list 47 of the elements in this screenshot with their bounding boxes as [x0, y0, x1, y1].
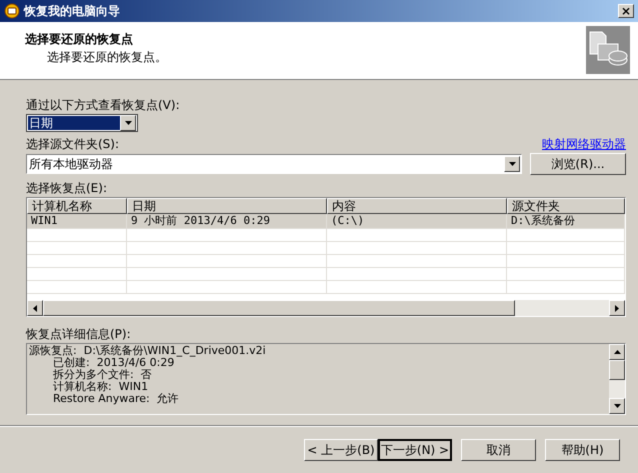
column-header[interactable]: 日期 — [127, 198, 327, 214]
table-cell: 9 小时前 2013/4/6 0:29 — [127, 214, 327, 228]
wizard-button[interactable]: 下一步(N) > — [378, 439, 452, 461]
view-by-label: 通过以下方式查看恢复点(V): — [26, 97, 181, 114]
source-folder-label: 选择源文件夹(S): — [26, 136, 120, 153]
triangle-right-icon — [615, 304, 619, 312]
source-folder-combo[interactable]: 所有本地驱动器 — [26, 154, 522, 174]
triangle-down-icon — [614, 404, 620, 408]
header-subtitle: 选择要还原的恢复点。 — [46, 49, 168, 66]
detail-line: 拆分为多个文件: 否 — [52, 369, 153, 381]
map-drive-link[interactable]: 映射网络驱动器 — [542, 135, 626, 153]
vertical-scrollbar[interactable] — [609, 344, 625, 414]
column-header[interactable]: 计算机名称 — [27, 198, 127, 214]
column-header[interactable]: 源文件夹 — [507, 198, 625, 214]
detail-line: 计算机名称: WIN1 — [52, 381, 150, 393]
header-title: 选择要还原的恢复点 — [25, 31, 134, 48]
caret-down-icon — [508, 162, 516, 166]
scroll-right-button[interactable] — [609, 300, 625, 316]
view-by-dropdown[interactable]: 日期 — [26, 114, 138, 132]
triangle-up-icon — [614, 350, 620, 354]
wizard-button[interactable]: 帮助(H) — [545, 439, 620, 461]
caret-down-icon — [124, 121, 132, 125]
wizard-button[interactable]: 取消 — [461, 439, 536, 461]
table-cell: WIN1 — [27, 214, 127, 228]
detail-line: 已创建: 2013/4/6 0:29 — [52, 357, 174, 369]
scroll-up-button[interactable] — [609, 344, 625, 360]
horizontal-scrollbar[interactable] — [27, 300, 625, 316]
dropdown-arrow-button[interactable] — [120, 115, 136, 131]
table-row[interactable]: WIN1 9 小时前 2013/4/6 0:29 (C:\) D:\系统备份 — [27, 214, 625, 229]
scroll-thumb[interactable] — [609, 360, 625, 380]
close-button[interactable]: × — [618, 4, 634, 18]
restore-point-icon — [586, 26, 630, 74]
scroll-thumb[interactable] — [43, 300, 515, 316]
browse-button[interactable]: 浏览(R)... — [530, 153, 626, 175]
detail-line: Restore Anyware: 允许 — [52, 393, 180, 405]
combo-arrow-button[interactable] — [504, 156, 520, 172]
window-title: 恢复我的电脑向导 — [24, 3, 121, 20]
triangle-left-icon — [33, 304, 37, 312]
scroll-left-button[interactable] — [27, 300, 43, 316]
detail-line: 源恢复点: D:\系统备份\WIN1_C_Drive001.v2i — [29, 345, 267, 357]
table-cell: (C:\) — [327, 214, 507, 228]
restore-points-label: 选择恢复点(E): — [26, 180, 108, 197]
column-header[interactable]: 内容 — [327, 198, 507, 214]
wizard-button[interactable]: < 上一步(B) — [304, 439, 378, 461]
scroll-down-button[interactable] — [609, 398, 625, 414]
table-cell: D:\系统备份 — [507, 214, 625, 228]
details-label: 恢复点详细信息(P): — [26, 326, 132, 343]
